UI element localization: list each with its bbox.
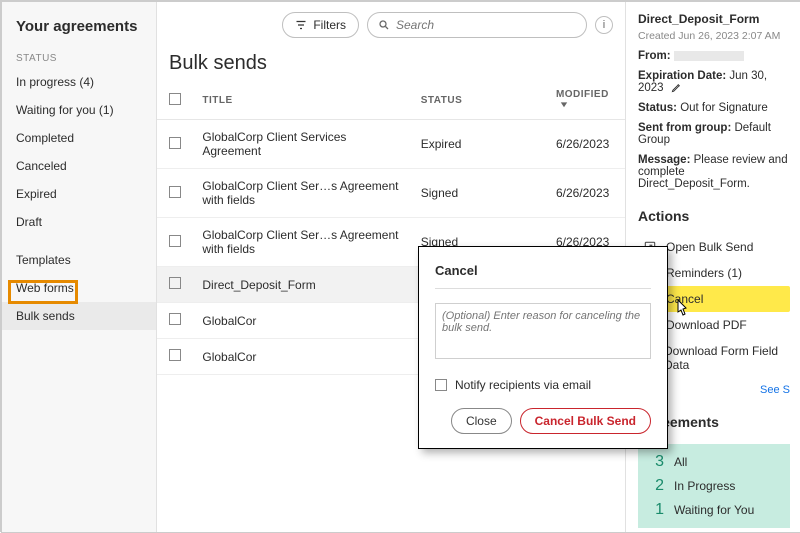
table-header-row: TITLE STATUS MODIFIED	[157, 81, 625, 120]
filters-button[interactable]: Filters	[282, 12, 359, 38]
action-label: Cancel	[666, 292, 703, 306]
row-modified: 6/26/2023	[546, 169, 625, 218]
close-button[interactable]: Close	[451, 408, 512, 434]
doc-created: Created Jun 26, 2023 2:07 AM	[638, 30, 790, 42]
sidebar-item-bulk-sends[interactable]: Bulk sends	[2, 302, 156, 330]
agreement-row[interactable]: 3 All	[646, 450, 782, 474]
toolbar: Filters i	[157, 2, 625, 44]
row-checkbox[interactable]	[169, 186, 181, 198]
doc-title: Direct_Deposit_Form	[638, 12, 790, 26]
notify-label: Notify recipients via email	[455, 378, 591, 392]
action-label: Download PDF	[666, 318, 747, 332]
row-checkbox[interactable]	[169, 277, 181, 289]
agreement-label: All	[674, 455, 687, 469]
search-input[interactable]	[396, 18, 576, 32]
agreement-label: In Progress	[674, 479, 735, 493]
row-title: GlobalCor	[192, 303, 410, 339]
agreement-row[interactable]: 2 In Progress	[646, 474, 782, 498]
sidebar-item-canceled[interactable]: Canceled	[2, 152, 156, 180]
sidebar-item-web-forms[interactable]: Web forms	[2, 274, 156, 302]
sidebar-item-draft[interactable]: Draft	[2, 208, 156, 236]
sidebar-status-label: STATUS	[2, 47, 156, 68]
info-icon: i	[603, 19, 605, 31]
row-checkbox[interactable]	[169, 349, 181, 361]
info-button[interactable]: i	[595, 16, 613, 34]
edit-icon[interactable]	[671, 82, 682, 93]
sidebar-item-waiting[interactable]: Waiting for you (1)	[2, 96, 156, 124]
row-title: GlobalCorp Client Ser…s Agreement with f…	[192, 218, 410, 267]
row-checkbox[interactable]	[169, 137, 181, 149]
filters-label: Filters	[313, 18, 346, 32]
message-label: Message:	[638, 154, 690, 166]
row-status: Signed	[411, 169, 546, 218]
sidebar-title: Your agreements	[2, 12, 156, 47]
filter-icon	[295, 19, 307, 31]
row-title: GlobalCorp Client Ser…s Agreement with f…	[192, 169, 410, 218]
agreements-box: 3 All 2 In Progress 1 Waiting for You	[638, 444, 790, 528]
cancel-bulk-send-button[interactable]: Cancel Bulk Send	[520, 408, 651, 434]
main: Filters i Bulk sends TITLE STATUS	[157, 2, 625, 532]
row-title: GlobalCor	[192, 339, 410, 375]
table-row[interactable]: GlobalCorp Client Services AgreementExpi…	[157, 120, 625, 169]
row-status: Expired	[411, 120, 546, 169]
status-label: Status:	[638, 102, 677, 114]
agreement-count: 1	[650, 501, 664, 519]
cancel-modal: Cancel Notify recipients via email Close…	[418, 246, 668, 449]
sidebar-item-templates[interactable]: Templates	[2, 246, 156, 274]
action-label: Reminders (1)	[666, 266, 742, 280]
agreement-label: Waiting for You	[674, 503, 754, 517]
col-status[interactable]: STATUS	[411, 81, 546, 120]
col-title[interactable]: TITLE	[192, 81, 410, 120]
main-heading: Bulk sends	[157, 44, 625, 81]
row-title: GlobalCorp Client Services Agreement	[192, 120, 410, 169]
expiration-label: Expiration Date:	[638, 70, 726, 82]
row-modified: 6/26/2023	[546, 120, 625, 169]
row-title: Direct_Deposit_Form	[192, 267, 410, 303]
agreement-count: 2	[650, 477, 664, 495]
modal-title: Cancel	[435, 263, 651, 278]
sidebar-item-completed[interactable]: Completed	[2, 124, 156, 152]
row-checkbox[interactable]	[169, 235, 181, 247]
agreement-count: 3	[650, 453, 664, 471]
notify-checkbox[interactable]	[435, 379, 447, 391]
select-all-checkbox[interactable]	[169, 93, 181, 105]
action-label: Open Bulk Send	[666, 240, 753, 254]
sidebar-item-in-progress[interactable]: In progress (4)	[2, 68, 156, 96]
row-checkbox[interactable]	[169, 313, 181, 325]
sort-desc-icon	[560, 100, 568, 108]
group-label: Sent from group:	[638, 122, 731, 134]
action-label: Download Form Field Data	[664, 344, 786, 372]
search-icon	[378, 19, 390, 31]
sidebar: Your agreements STATUS In progress (4) W…	[2, 2, 157, 532]
actions-title: Actions	[638, 208, 790, 224]
table-row[interactable]: GlobalCorp Client Ser…s Agreement with f…	[157, 169, 625, 218]
agreement-row[interactable]: 1 Waiting for You	[646, 498, 782, 522]
col-modified[interactable]: MODIFIED	[546, 81, 625, 120]
status-value: Out for Signature	[680, 102, 768, 114]
search-box[interactable]	[367, 12, 587, 38]
from-label: From:	[638, 50, 671, 62]
cancel-reason-input[interactable]	[435, 303, 651, 359]
sidebar-item-expired[interactable]: Expired	[2, 180, 156, 208]
from-value-redacted	[674, 51, 744, 61]
